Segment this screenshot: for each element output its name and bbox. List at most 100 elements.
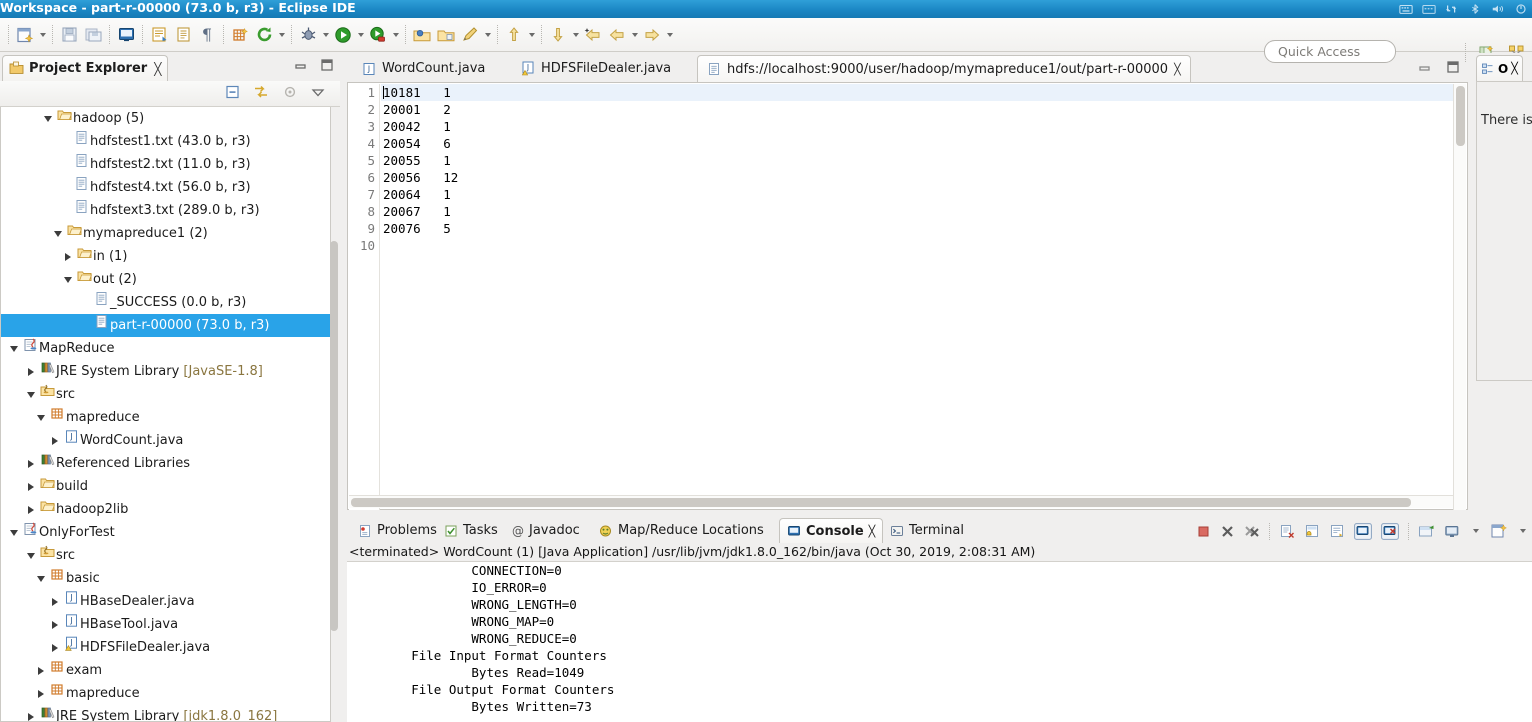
editor-line[interactable]: 10181 1 [381,84,1453,101]
minimize-icon[interactable] [294,58,308,72]
tab-javadoc[interactable]: @ Javadoc [505,518,587,543]
tree-item[interactable]: J WordCount.java [1,429,330,452]
twisty-collapsed-icon[interactable] [24,475,38,498]
tree-item[interactable]: mymapreduce1 (2) [1,222,330,245]
refresh-dropdown[interactable] [276,23,287,47]
calendar-icon[interactable] [1422,3,1436,15]
twisty-expanded-icon[interactable] [7,521,21,544]
tree-item[interactable]: mapreduce [1,406,330,429]
scroll-lock-icon[interactable] [1304,524,1320,539]
open-console-icon[interactable] [1490,523,1508,539]
open-task-button[interactable] [410,23,434,47]
twisty-expanded-icon[interactable] [34,406,48,429]
editor-line[interactable] [381,237,1453,254]
tree-item[interactable]: exam [1,659,330,682]
tree-item[interactable]: hdfstest1.txt (43.0 b, r3) [1,130,330,153]
tree-item[interactable]: src [1,383,330,406]
new-wizard-button[interactable] [13,23,37,47]
forward-button[interactable] [640,23,664,47]
new-package-button[interactable] [228,23,252,47]
tab-outline[interactable]: O ╳ [1476,55,1523,81]
tree-item[interactable]: JRE System Library [JavaSE-1.8] [1,360,330,383]
tab-console[interactable]: Console ╳ [779,518,884,543]
maximize-icon[interactable] [320,58,334,72]
close-icon[interactable]: ╳ [869,525,876,538]
twisty-collapsed-icon[interactable] [24,705,38,721]
keyboard-icon[interactable] [1399,3,1413,15]
tree-item[interactable]: Referenced Libraries [1,452,330,475]
tree-item[interactable]: part-r-00000 (73.0 b, r3) [1,314,330,337]
tree-item[interactable]: _SUCCESS (0.0 b, r3) [1,291,330,314]
twisty-expanded-icon[interactable] [61,268,75,291]
scrollbar-thumb[interactable] [330,241,338,631]
open-resource-button[interactable] [434,23,458,47]
editor-line[interactable]: 20055 1 [381,152,1453,169]
twisty-collapsed-icon[interactable] [24,360,38,383]
terminate-icon[interactable] [1196,524,1211,539]
backward-dropdown[interactable] [629,23,640,47]
tab-tasks[interactable]: Tasks [437,518,505,543]
editor-line[interactable]: 20056 12 [381,169,1453,186]
tree-item[interactable]: mapreduce [1,682,330,705]
focus-on-active-task-icon[interactable] [282,84,298,100]
close-icon[interactable]: ╳ [1174,63,1181,76]
twisty-collapsed-icon[interactable] [48,636,62,659]
editor-vertical-scrollbar[interactable] [1453,84,1466,510]
tree-item[interactable]: hdfstest2.txt (11.0 b, r3) [1,153,330,176]
toggle-console-button[interactable] [114,23,138,47]
twisty-collapsed-icon[interactable] [61,245,75,268]
editor-text-area[interactable]: 1 2 3 4 5 6 7 8 9 10 10181 1 20001 2 20042 1 20054 6… [347,82,1468,510]
tab-terminal[interactable]: Terminal [883,518,971,543]
bluetooth-icon[interactable] [1468,3,1482,15]
next-annotation-dropdown[interactable] [570,23,581,47]
twisty-collapsed-icon[interactable] [34,659,48,682]
tab-problems[interactable]: Problems [351,518,444,543]
tree-item[interactable]: hdfstest4.txt (56.0 b, r3) [1,176,330,199]
tab-hdfsfiledealer-java[interactable]: J HDFSFileDealer.java [512,55,680,82]
show-console-on-output-icon[interactable] [1354,522,1372,540]
previous-annotation-button[interactable] [502,23,526,47]
editor-line[interactable]: 20042 1 [381,118,1453,135]
twisty-expanded-icon[interactable] [7,337,21,360]
close-icon[interactable]: ╳ [1511,62,1518,75]
remove-launch-icon[interactable] [1220,524,1235,539]
tree-item[interactable]: hadoop2lib [1,498,330,521]
twisty-collapsed-icon[interactable] [24,498,38,521]
view-menu-icon[interactable] [310,84,326,100]
tree-item[interactable]: hadoop (5) [1,107,330,130]
word-wrap-icon[interactable] [1329,524,1345,539]
editor-line[interactable]: 20001 2 [381,101,1453,118]
editor-line[interactable]: 20076 5 [381,220,1453,237]
editor-content[interactable]: 10181 1 20001 2 20042 1 20054 6 20055 1 20056… [381,84,1453,510]
editor-line[interactable]: 20067 1 [381,203,1453,220]
new-wizard-dropdown[interactable] [37,23,48,47]
twisty-collapsed-icon[interactable] [48,429,62,452]
run-button[interactable] [331,23,355,47]
link-with-editor-icon[interactable] [253,84,270,100]
tree-item[interactable]: in (1) [1,245,330,268]
twisty-collapsed-icon[interactable] [24,452,38,475]
tree-item[interactable]: hdfstext3.txt (289.0 b, r3) [1,199,330,222]
forward-dropdown[interactable] [664,23,675,47]
twisty-expanded-icon[interactable] [41,107,55,130]
tree-item[interactable]: MapReduce [1,337,330,360]
minimize-icon[interactable] [1418,60,1432,74]
scrollbar-thumb[interactable] [351,498,1411,507]
tree-item[interactable]: out (2) [1,268,330,291]
refresh-button[interactable] [252,23,276,47]
twisty-expanded-icon[interactable] [24,544,38,567]
toggle-markoccurrences-button[interactable]: ¶ [195,23,219,47]
show-console-on-error-icon[interactable] [1381,522,1399,540]
clear-console-icon[interactable] [1279,524,1295,539]
tree-item[interactable]: OnlyForTest [1,521,330,544]
scrollbar-thumb[interactable] [1456,86,1465,146]
open-type-button[interactable] [171,23,195,47]
console-output[interactable]: CONNECTION=0 IO_ERROR=0 WRONG_LENGTH=0 W… [347,561,1532,722]
tree-item[interactable]: J HDFSFileDealer.java [1,636,330,659]
twisty-collapsed-icon[interactable] [48,613,62,636]
twisty-expanded-icon[interactable] [24,383,38,406]
backward-button[interactable] [605,23,629,47]
power-icon[interactable] [1514,3,1528,15]
project-explorer-scrollbar[interactable] [330,111,338,711]
editor-line[interactable]: 20054 6 [381,135,1453,152]
